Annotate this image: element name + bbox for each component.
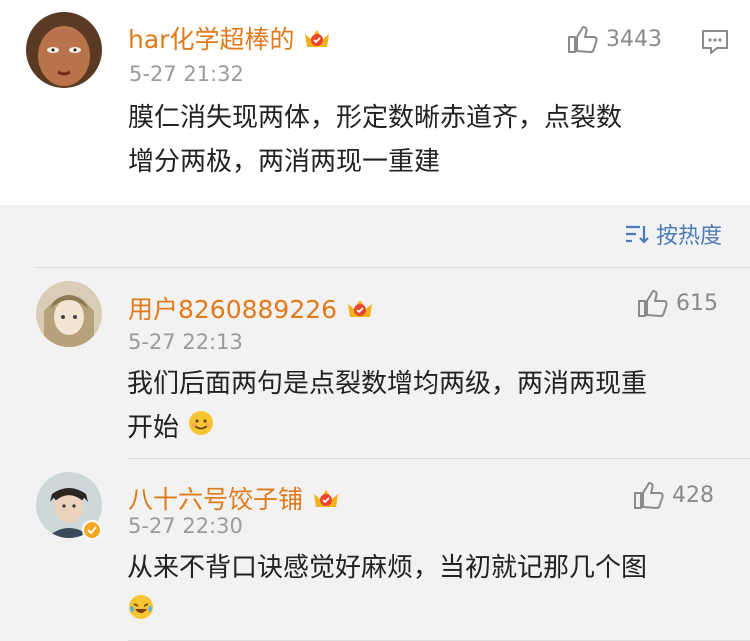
sort-by-hot-button[interactable]: 按热度 <box>624 218 722 250</box>
reply-username[interactable]: 八十六号饺子铺 <box>128 480 341 517</box>
smile-emoji-icon <box>187 407 215 451</box>
reply-divider <box>128 458 750 459</box>
main-comment-text: 膜仁消失现两体，形定数晰赤道齐，点裂数 增分两极，两消两现一重建 <box>128 103 623 177</box>
reply-username[interactable]: 用户8260889226 <box>128 290 375 327</box>
main-comment-like-count: 3443 <box>606 26 662 52</box>
sort-icon <box>625 225 649 244</box>
reply-like-count: 615 <box>676 290 718 316</box>
main-comment-avatar[interactable] <box>26 12 102 88</box>
reply-avatar[interactable] <box>36 281 102 347</box>
anime-avatar-image <box>36 281 102 347</box>
reply-timestamp: 5-27 22:13 <box>128 330 243 354</box>
reply-like-button[interactable]: 428 <box>632 480 714 510</box>
sort-label: 按热度 <box>655 224 722 249</box>
vip-crown-icon <box>311 485 341 517</box>
thumbs-up-icon <box>638 290 668 317</box>
reply-like-button[interactable]: 615 <box>636 288 718 318</box>
thumbs-up-icon <box>568 26 598 53</box>
reply-text: 我们后面两句是点裂数增均两级，两消两现重 开始 <box>127 362 727 451</box>
section-divider <box>35 267 750 268</box>
main-comment-like-button[interactable]: 3443 <box>566 24 662 54</box>
portrait-avatar-image <box>26 12 102 88</box>
main-comment-timestamp: 5-27 21:32 <box>129 62 244 86</box>
reply-comment-icon[interactable] <box>700 28 730 60</box>
reply-text: 从来不背口诀感觉好麻烦，当初就记那几个图 <box>127 546 727 635</box>
vip-crown-icon <box>302 25 332 57</box>
vip-crown-icon <box>345 295 375 327</box>
main-comment-username[interactable]: har化学超棒的 <box>128 20 332 57</box>
thumbs-up-icon <box>634 482 664 509</box>
verified-badge-icon <box>82 520 102 544</box>
reply-like-count: 428 <box>672 482 714 508</box>
reply-timestamp: 5-27 22:30 <box>128 514 243 538</box>
laugh-cry-emoji-icon <box>127 591 155 635</box>
